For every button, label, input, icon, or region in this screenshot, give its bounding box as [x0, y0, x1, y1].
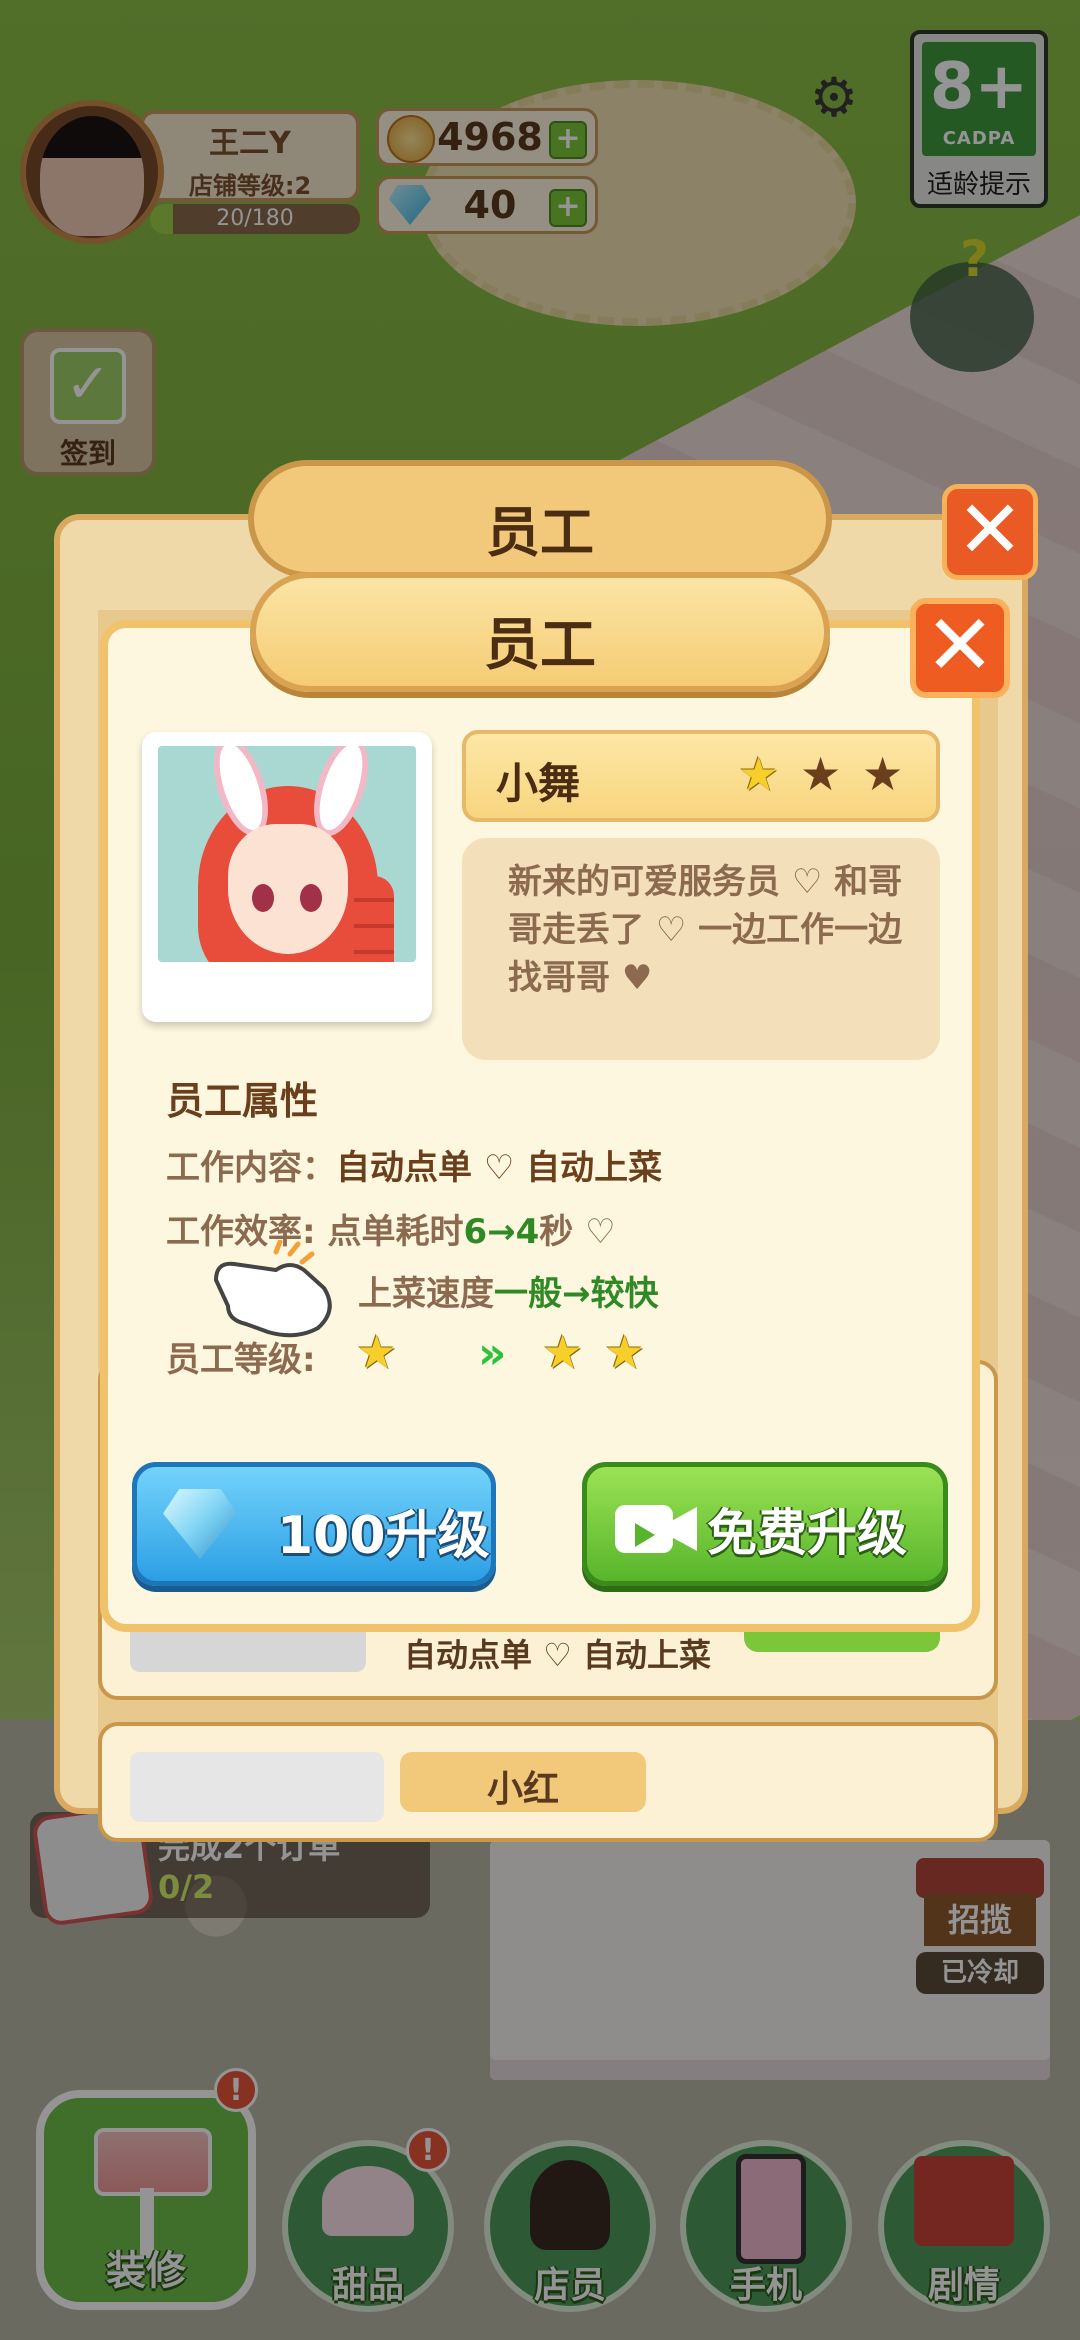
- tutorial-hand-icon: [213, 1240, 332, 1338]
- free-upgrade-button[interactable]: 免费升级: [582, 1462, 948, 1586]
- play-icon: [635, 1523, 655, 1547]
- attributes-heading: 员工属性: [166, 1079, 319, 1123]
- rank-star-1: ★: [738, 747, 780, 801]
- work-content-label: 工作内容：: [166, 1148, 336, 1188]
- grade-next-star-2: ★: [604, 1325, 646, 1379]
- gem-upgrade-button[interactable]: 100升级: [132, 1462, 496, 1586]
- employee-description-box: 新来的可爱服务员 ♡ 和哥哥走丢了 ♡ 一边工作一边找哥哥 ♥: [462, 838, 940, 1060]
- video-lens: [669, 1507, 697, 1551]
- employee-name: 小舞: [496, 759, 581, 808]
- order-time-change: 6→4: [463, 1212, 540, 1252]
- order-time-prefix: 点单耗时: [327, 1212, 464, 1252]
- portrait-eye-left: [252, 884, 274, 912]
- staff-list-name: 小红: [486, 1769, 559, 1810]
- grade-label: 员工等级:: [166, 1340, 316, 1380]
- staff-list-name-tag: 小红: [400, 1752, 646, 1812]
- close-button[interactable]: ✕: [910, 598, 1010, 698]
- video-body: [615, 1505, 673, 1553]
- grade-next-star-1: ★: [542, 1325, 584, 1379]
- employee-title-banner: 员工: [250, 572, 830, 692]
- grade-current-star-1: ★: [356, 1325, 398, 1379]
- serve-speed-prefix: 上菜速度: [358, 1274, 494, 1314]
- portrait-braid: [354, 876, 394, 962]
- work-content-row: 工作内容：自动点单 ♡ 自动上菜: [166, 1140, 662, 1189]
- diamond-icon: [163, 1489, 237, 1559]
- employee-portrait: [142, 732, 432, 1022]
- staff-list-close-button[interactable]: ✕: [942, 484, 1038, 580]
- staff-list-title-banner: 员工: [248, 460, 832, 578]
- employee-name-bar: 小舞 ★ ★ ★: [462, 730, 940, 822]
- rank-star-2: ★: [800, 747, 842, 801]
- order-time-suffix: 秒 ♡: [539, 1212, 616, 1252]
- portrait-face: [228, 824, 348, 954]
- video-camera-icon: [615, 1499, 697, 1557]
- gem-upgrade-label: 100升级: [277, 1506, 490, 1566]
- staff-list-portrait-next: [130, 1752, 384, 1822]
- portrait-background: [158, 746, 416, 962]
- serve-speed-change: 一般→较快: [494, 1274, 659, 1314]
- rank-star-3: ★: [862, 747, 904, 801]
- serve-speed-row: 上菜速度一般→较快: [358, 1266, 659, 1315]
- work-content-value: 自动点单 ♡ 自动上菜: [336, 1148, 663, 1188]
- portrait-eye-right: [300, 884, 322, 912]
- employee-title: 员工: [484, 613, 596, 678]
- free-upgrade-label: 免费升级: [707, 1504, 907, 1562]
- grade-row: 员工等级:: [166, 1332, 316, 1381]
- employee-description: 新来的可爱服务员 ♡ 和哥哥走丢了 ♡ 一边工作一边找哥哥 ♥: [508, 862, 903, 998]
- staff-list-duties: 自动点单 ♡ 自动上菜: [404, 1636, 711, 1674]
- staff-list-title: 员工: [486, 501, 594, 564]
- upgrade-arrow-icon: »: [478, 1328, 507, 1379]
